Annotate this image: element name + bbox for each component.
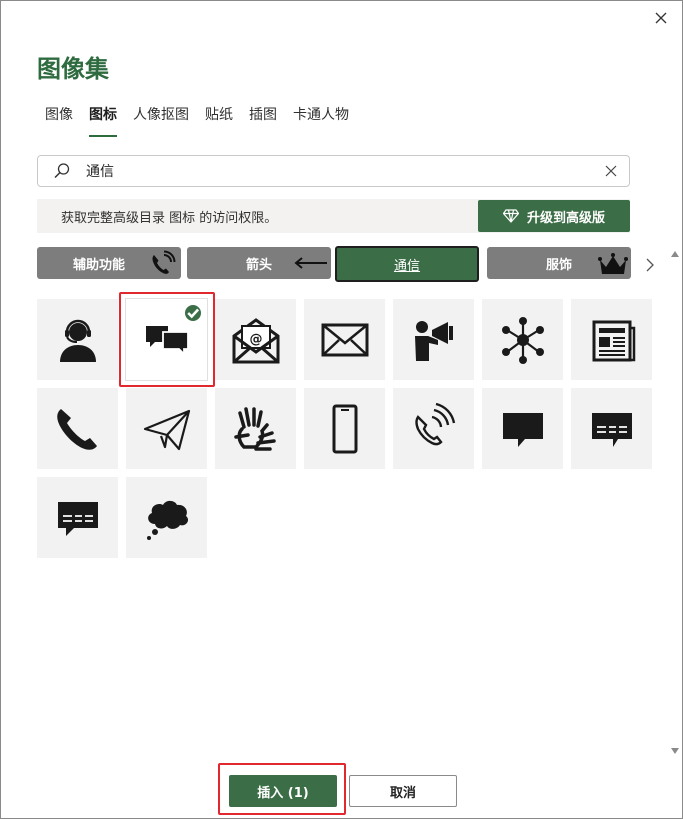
icon-tile[interactable] — [482, 388, 563, 469]
tab-cartoon-people[interactable]: 卡通人物 — [285, 105, 357, 137]
tab-images[interactable]: 图像 — [37, 105, 81, 137]
phone-volume-icon — [152, 250, 176, 274]
search-box — [37, 155, 630, 187]
phone-handset-icon — [56, 408, 97, 450]
scrollbar-up-button[interactable] — [670, 249, 680, 259]
tab-cutout-people[interactable]: 人像抠图 — [125, 105, 197, 137]
newspaper-icon — [592, 320, 635, 361]
tab-illustrations[interactable]: 插图 — [241, 105, 285, 137]
triangle-up-icon — [671, 251, 679, 257]
icon-tile[interactable] — [37, 477, 118, 558]
diamond-icon — [502, 209, 519, 223]
dialog-title: 图像集 — [37, 55, 109, 83]
thought-cloud-icon — [146, 500, 188, 540]
upgrade-label: 升级到高级版 — [526, 210, 605, 226]
tab-bar: 图像 图标 人像抠图 贴纸 插图 卡通人物 — [37, 105, 357, 137]
search-input[interactable] — [80, 163, 593, 179]
category-label: 箭头 — [245, 257, 272, 273]
close-icon — [655, 12, 667, 24]
premium-message: 获取完整高级目录 图标 的访问权限。 — [61, 210, 278, 226]
upgrade-button[interactable]: 升级到高级版 — [478, 200, 630, 232]
speech-bubble-dashes-icon — [591, 412, 632, 447]
svg-text:@: @ — [249, 332, 262, 347]
checkmark-icon — [185, 305, 201, 321]
phone-ringing-icon — [414, 402, 455, 445]
category-communication[interactable]: 通信 — [335, 246, 479, 282]
icon-tile[interactable] — [571, 388, 652, 469]
category-label: 通信 — [393, 258, 420, 274]
close-icon — [605, 165, 617, 177]
image-collection-dialog: 图像集 图像 图标 人像抠图 贴纸 插图 卡通人物 获取完整高级目录 图标 的访… — [0, 0, 683, 819]
category-label: 辅助功能 — [72, 257, 125, 273]
scrollbar-down-button[interactable] — [670, 746, 680, 756]
network-hub-icon — [501, 316, 544, 364]
headset-person-icon — [59, 319, 96, 362]
icon-tile[interactable] — [304, 388, 385, 469]
insert-button[interactable]: 插入 (1) — [229, 775, 337, 807]
chevron-right-icon — [646, 258, 654, 272]
category-arrows[interactable]: 箭头 — [187, 247, 331, 279]
icon-tile[interactable] — [482, 299, 563, 380]
tab-stickers[interactable]: 贴纸 — [197, 105, 241, 137]
icon-tile[interactable] — [393, 388, 474, 469]
icon-tile[interactable] — [215, 388, 296, 469]
speech-bubble-dashes-icon — [57, 501, 98, 536]
icon-tile[interactable]: @ — [215, 299, 296, 380]
close-button[interactable] — [650, 7, 672, 29]
category-bar: 辅助功能 箭头 通信 服饰 — [37, 246, 637, 282]
icon-tile[interactable] — [304, 299, 385, 380]
paper-plane-icon — [143, 409, 190, 450]
icon-tile[interactable] — [37, 299, 118, 380]
premium-banner: 获取完整高级目录 图标 的访问权限。 升级到高级版 — [37, 199, 630, 233]
icon-tile[interactable] — [126, 477, 207, 558]
icon-tile[interactable] — [571, 299, 652, 380]
icon-tile[interactable] — [126, 388, 207, 469]
category-accessibility[interactable]: 辅助功能 — [37, 247, 181, 279]
clear-search-button[interactable] — [593, 165, 629, 177]
sign-language-icon — [233, 406, 276, 451]
category-clothing[interactable]: 服饰 — [487, 247, 631, 279]
mobile-phone-icon — [332, 404, 357, 453]
person-megaphone-icon — [414, 320, 453, 361]
crown-icon — [598, 253, 628, 274]
envelope-icon — [321, 323, 368, 356]
icon-tile[interactable] — [37, 388, 118, 469]
categories-next-button[interactable] — [642, 254, 658, 276]
icon-tile-selected[interactable] — [125, 298, 208, 381]
speech-bubble-icon — [502, 412, 543, 447]
arrow-left-icon — [294, 257, 327, 269]
tab-icons[interactable]: 图标 — [81, 105, 125, 137]
triangle-down-icon — [671, 748, 679, 754]
search-icon — [44, 162, 80, 180]
cancel-button[interactable]: 取消 — [349, 775, 457, 807]
icon-tile[interactable] — [393, 299, 474, 380]
category-label: 服饰 — [545, 257, 572, 273]
open-envelope-at-icon: @ — [232, 317, 279, 363]
